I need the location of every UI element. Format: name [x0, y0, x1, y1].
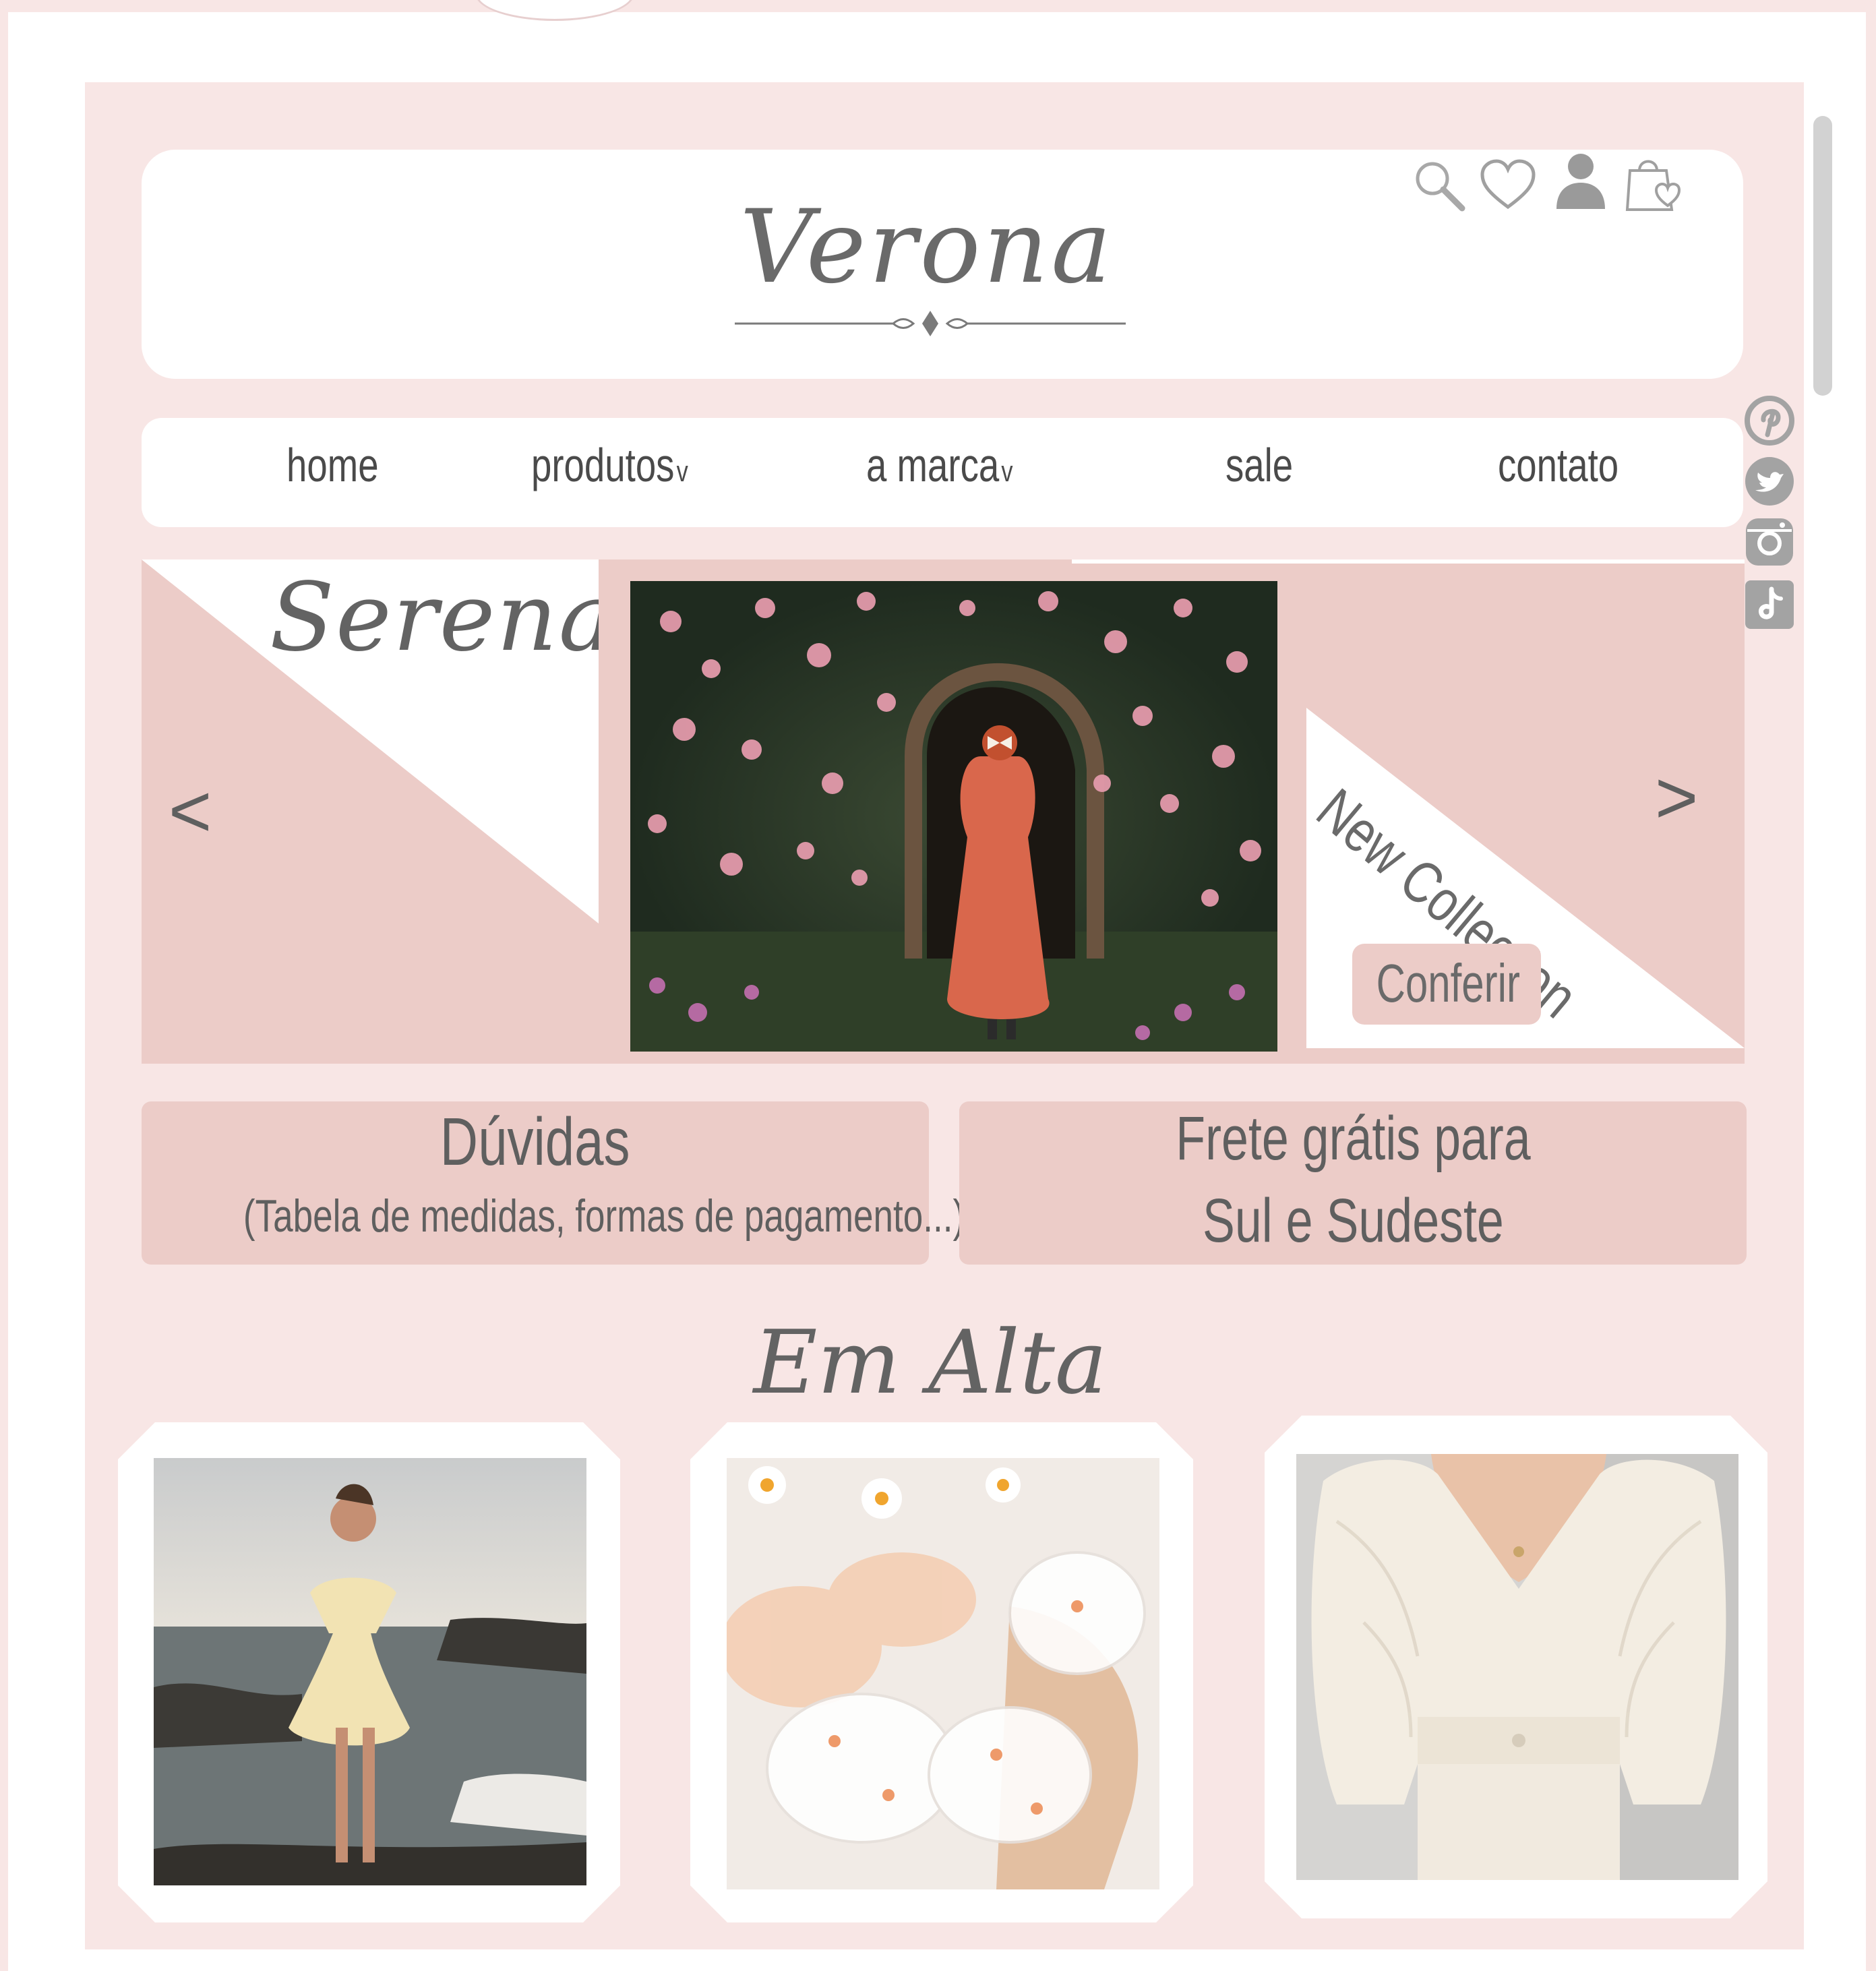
- trending-title: Em Alta: [753, 1311, 1108, 1414]
- scrollbar[interactable]: [1813, 116, 1832, 396]
- logo-ornament: [735, 311, 1126, 336]
- top-decoration: [475, 0, 634, 21]
- shipping-box[interactable]: Frete grátis para Sul e Sudeste: [959, 1101, 1747, 1265]
- nav-item-label: sale: [1226, 439, 1294, 491]
- faq-title: Dúvidas: [440, 1104, 630, 1180]
- instagram-icon[interactable]: [1743, 516, 1796, 568]
- faq-box[interactable]: Dúvidas (Tabela de medidas, formas de pa…: [142, 1101, 965, 1265]
- prev-slide-button[interactable]: <: [169, 768, 212, 854]
- conferir-button[interactable]: Conferir: [1352, 944, 1541, 1025]
- product-image-2[interactable]: [727, 1458, 1159, 1889]
- nav-item-sale[interactable]: sale: [1226, 438, 1293, 506]
- nav-item-label: a marca: [866, 439, 1000, 491]
- chevron-down-icon: v: [676, 455, 688, 488]
- shipping-line-1: Frete grátis para: [1175, 1104, 1531, 1173]
- left-border: [0, 0, 8, 1971]
- slide-title: Serena: [270, 563, 617, 673]
- pinterest-icon[interactable]: [1743, 394, 1796, 447]
- nav-item-produtos[interactable]: produtosv: [531, 438, 688, 506]
- nav-item-contato[interactable]: contato: [1498, 438, 1618, 506]
- nav-item-label: contato: [1498, 439, 1619, 491]
- user-icon[interactable]: [1554, 152, 1608, 209]
- brand-logo[interactable]: Verona: [708, 189, 1146, 306]
- shipping-line-2: Sul e Sudeste: [1202, 1186, 1504, 1255]
- hero-image[interactable]: [630, 581, 1277, 1052]
- chevron-down-icon: v: [1001, 455, 1013, 488]
- product-image-3[interactable]: [1296, 1454, 1738, 1880]
- nav-item-a-marca[interactable]: a marcav: [866, 438, 1013, 506]
- next-slide-button[interactable]: >: [1655, 755, 1698, 841]
- nav-item-home[interactable]: home: [286, 438, 379, 506]
- nav-item-label: home: [286, 439, 379, 491]
- faq-subtitle: (Tabela de medidas, formas de pagamento.…: [243, 1190, 965, 1242]
- tiktok-icon[interactable]: [1743, 578, 1796, 631]
- right-border: [1866, 0, 1876, 1971]
- twitter-icon[interactable]: [1743, 455, 1796, 508]
- conferir-label: Conferir: [1376, 953, 1520, 1013]
- top-strip: [0, 0, 1876, 12]
- shopping-bag-icon[interactable]: [1625, 152, 1682, 212]
- heart-icon[interactable]: [1480, 158, 1537, 212]
- nav-item-label: produtos: [531, 439, 675, 491]
- product-image-1[interactable]: [154, 1458, 586, 1885]
- search-icon[interactable]: [1412, 158, 1466, 212]
